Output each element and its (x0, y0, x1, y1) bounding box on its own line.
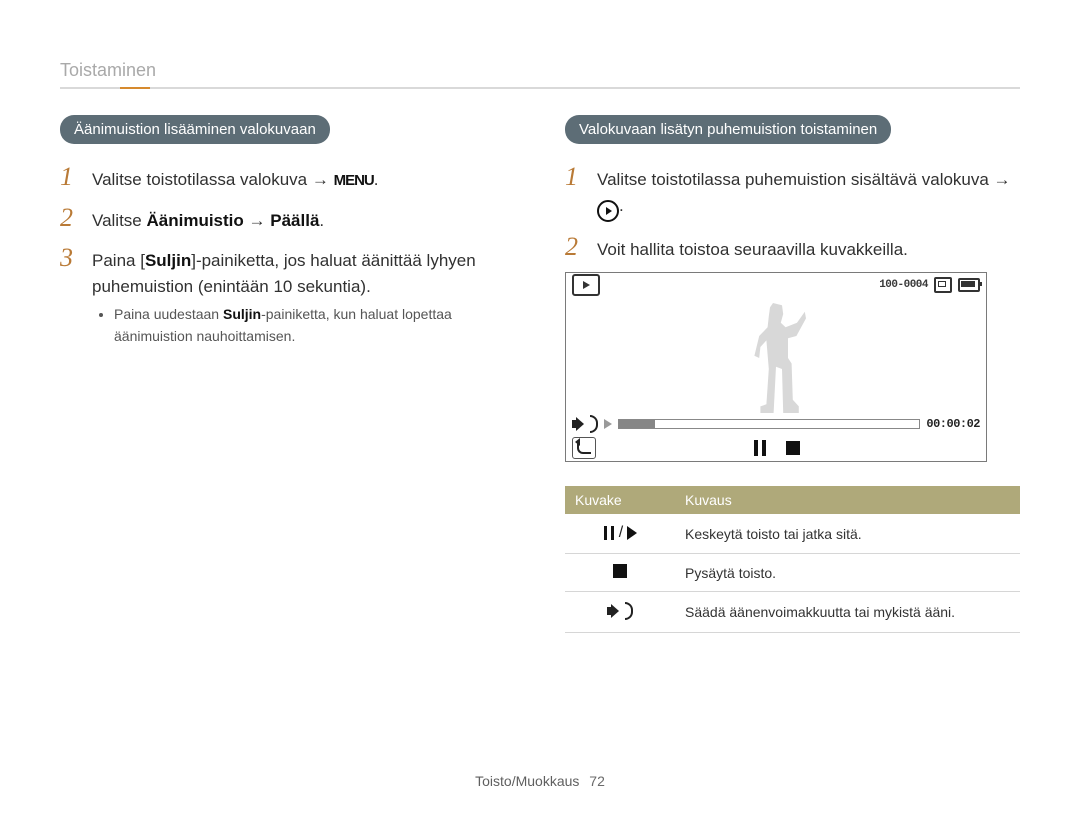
elapsed-time: 00:00:02 (926, 417, 980, 431)
photo-preview (566, 303, 986, 413)
footer-label: Toisto/Muokkaus (475, 773, 579, 789)
battery-icon (958, 278, 980, 292)
stop-button[interactable] (786, 441, 800, 455)
screen-topbar: 100-0004 (566, 273, 986, 297)
arrow-icon: → (312, 170, 329, 189)
step-body: Voit hallita toistoa seuraavilla kuvakke… (597, 237, 908, 263)
right-heading-pill: Valokuvaan lisätyn puhemuistion toistami… (565, 115, 891, 144)
step-1: 1 Valitse toistotilassa puhemuistion sis… (565, 162, 1020, 222)
controls-row (566, 435, 986, 461)
text: Valitse toistotilassa valokuva (92, 170, 312, 189)
play-icon (627, 526, 637, 540)
desc-cell: Säädä äänenvoimakkuutta tai mykistä ääni… (675, 592, 1020, 633)
step-number: 1 (60, 162, 78, 192)
text: Valitse toistotilassa puhemuistion sisäl… (597, 170, 1011, 189)
bullet-item: Paina uudestaan Suljin-painiketta, kun h… (114, 303, 515, 348)
bold-text: Suljin (145, 251, 191, 270)
text: Valitse (92, 211, 147, 230)
step-number: 2 (565, 232, 583, 262)
text: . (374, 170, 379, 189)
play-icon (604, 419, 612, 429)
left-heading-pill: Äänimuistion lisääminen valokuvaan (60, 115, 330, 144)
step-number: 1 (565, 162, 583, 192)
page-footer: Toisto/Muokkaus 72 (0, 773, 1080, 789)
col-desc: Kuvaus (675, 486, 1020, 514)
table-row: / Keskeytä toisto tai jatka sitä. (565, 514, 1020, 554)
icon-cell: / (565, 514, 675, 554)
pause-button[interactable] (752, 440, 768, 456)
bold-text: Päällä (270, 211, 319, 230)
stop-icon (613, 564, 627, 578)
play-circle-icon (597, 200, 619, 222)
text: . (319, 211, 324, 230)
text: Voit hallita toistoa seuraavilla kuvakke… (597, 240, 908, 259)
volume-icon (607, 602, 633, 620)
bold-text: Äänimuistio (147, 211, 244, 230)
back-button[interactable] (572, 437, 596, 459)
memory-card-icon (934, 277, 952, 293)
page-number: 72 (589, 773, 605, 789)
progress-row: 00:00:02 (566, 413, 986, 435)
title-rule (60, 87, 1020, 89)
right-column: Valokuvaan lisätyn puhemuistion toistami… (565, 115, 1020, 633)
table-row: Säädä äänenvoimakkuutta tai mykistä ääni… (565, 592, 1020, 633)
step-body: Paina [Suljin]-painiketta, jos haluat ää… (92, 248, 515, 352)
icon-cell (565, 592, 675, 633)
desc-cell: Pysäytä toisto. (675, 554, 1020, 592)
col-icon: Kuvake (565, 486, 675, 514)
text: Paina uudestaan (114, 306, 223, 322)
left-column: Äänimuistion lisääminen valokuvaan 1 Val… (60, 115, 515, 633)
bold-text: Suljin (223, 306, 261, 322)
menu-icon: MENU (334, 172, 374, 189)
icon-cell (565, 554, 675, 592)
step-body: Valitse toistotilassa valokuva → MENU. (92, 167, 379, 193)
step-body: Valitse Äänimuistio → Päällä. (92, 208, 324, 234)
table-header-row: Kuvake Kuvaus (565, 486, 1020, 514)
slash: / (619, 524, 623, 542)
progress-bar[interactable] (618, 419, 920, 429)
step-2: 2 Valitse Äänimuistio → Päällä. (60, 203, 515, 234)
person-silhouette-icon (746, 303, 806, 413)
desc-cell: Keskeytä toisto tai jatka sitä. (675, 514, 1020, 554)
step-3: 3 Paina [Suljin]-painiketta, jos haluat … (60, 243, 515, 352)
camera-screen: 100-0004 00:00:02 (565, 272, 987, 462)
playback-mode-icon (572, 274, 600, 296)
screen-status: 100-0004 (879, 277, 980, 293)
file-counter: 100-0004 (879, 279, 928, 291)
text: Paina [ (92, 251, 145, 270)
sub-bullets: Paina uudestaan Suljin-painiketta, kun h… (92, 303, 515, 348)
table-row: Pysäytä toisto. (565, 554, 1020, 592)
step-number: 3 (60, 243, 78, 273)
section-title: Toistaminen (60, 60, 1020, 81)
screen-bottombar: 00:00:02 (566, 413, 986, 461)
step-number: 2 (60, 203, 78, 233)
icon-legend-table: Kuvake Kuvaus / Keskeytä toisto tai jatk… (565, 486, 1020, 633)
step-body: Valitse toistotilassa puhemuistion sisäl… (597, 167, 1011, 222)
volume-icon[interactable] (572, 415, 598, 433)
step-1: 1 Valitse toistotilassa valokuva → MENU. (60, 162, 515, 193)
step-2: 2 Voit hallita toistoa seuraavilla kuvak… (565, 232, 1020, 263)
arrow-icon: → (244, 211, 270, 230)
pause-icon (603, 526, 615, 540)
